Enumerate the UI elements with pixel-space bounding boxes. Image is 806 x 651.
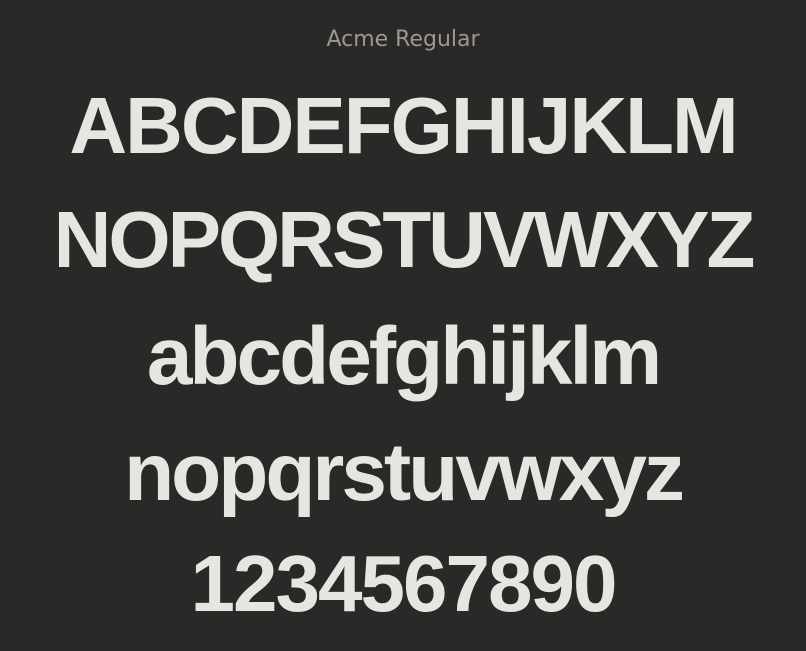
font-name-title: Acme Regular [326, 27, 480, 52]
lowercase-line-2: nopqrstuvwxyz [124, 427, 685, 518]
uppercase-line-2: NOPQRSTUVWXYZ [53, 195, 756, 284]
lowercase-line-1: abcdefghijklm [146, 311, 662, 402]
uppercase-line-1: ABCDEFGHIJKLM [69, 81, 738, 170]
font-specimen: Acme Regular ABCDEFGHIJKLM NOPQRSTUVWXYZ… [0, 0, 806, 651]
digits-line: 1234567890 [190, 539, 618, 628]
